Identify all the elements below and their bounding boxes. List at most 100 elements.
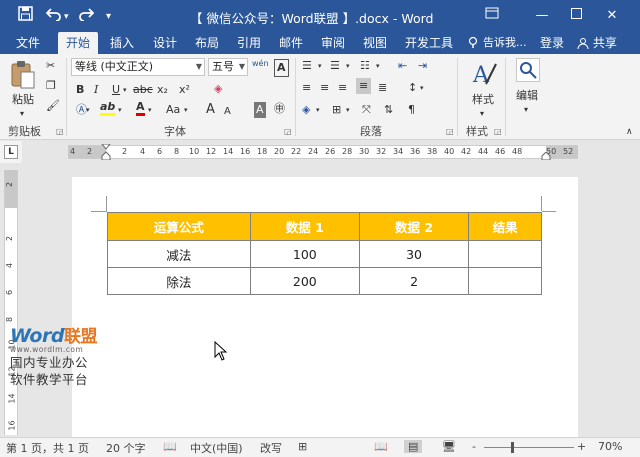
char-shading-icon[interactable]: A: [254, 102, 266, 118]
tab-design[interactable]: 设计: [153, 32, 177, 54]
font-color-icon[interactable]: A: [136, 100, 145, 116]
align-left-icon[interactable]: ≡: [302, 80, 311, 96]
clear-formatting-icon[interactable]: ◈: [214, 81, 222, 97]
tab-home[interactable]: 开始: [58, 32, 99, 54]
vertical-ruler[interactable]: 2 2 4 6 8 10 12 14 16: [4, 170, 18, 435]
distributed-icon[interactable]: ≣: [378, 80, 387, 96]
change-case-dropdown-icon[interactable]: ▾: [184, 102, 188, 118]
table-cell[interactable]: [468, 240, 542, 268]
table-cell[interactable]: [468, 267, 542, 295]
redo-icon[interactable]: [78, 6, 95, 26]
word-count[interactable]: 20 个字: [106, 440, 146, 456]
format-painter-icon[interactable]: 🖌: [46, 98, 60, 114]
bullets-icon[interactable]: ☰: [302, 58, 312, 74]
zoom-in-button[interactable]: +: [577, 440, 586, 453]
table-header-cell[interactable]: 结果: [468, 212, 542, 241]
tab-review[interactable]: 审阅: [321, 32, 345, 54]
page-count[interactable]: 第 1 页，共 1 页: [6, 440, 89, 456]
tab-mailings[interactable]: 邮件: [279, 32, 303, 54]
tab-layout[interactable]: 布局: [195, 32, 219, 54]
strikethrough-button[interactable]: abc: [133, 82, 153, 98]
undo-dropdown-icon[interactable]: ▾: [64, 7, 69, 27]
print-layout-icon[interactable]: ▤: [404, 440, 423, 453]
numbering-icon[interactable]: ☰: [330, 58, 340, 74]
multilevel-dropdown-icon[interactable]: ▾: [376, 58, 380, 74]
zoom-out-button[interactable]: -: [472, 440, 476, 453]
show-marks-icon[interactable]: ¶: [408, 102, 415, 118]
proofing-icon[interactable]: 📖: [163, 440, 177, 453]
macro-record-icon[interactable]: ⊞: [298, 440, 307, 453]
table-cell[interactable]: 减法: [107, 240, 251, 268]
bullets-dropdown-icon[interactable]: ▾: [318, 58, 322, 74]
ribbon-display-options-icon[interactable]: [480, 4, 504, 28]
collapse-ribbon-icon[interactable]: ∧: [626, 124, 633, 140]
styles-launcher-icon[interactable]: ◲: [494, 127, 502, 136]
overtype-indicator[interactable]: 改写: [260, 440, 282, 456]
web-layout-icon[interactable]: 🖥: [442, 440, 456, 453]
clipboard-launcher-icon[interactable]: ◲: [56, 127, 64, 136]
zoom-slider-thumb[interactable]: [511, 442, 514, 453]
share-button[interactable]: 共享: [577, 32, 617, 54]
bold-button[interactable]: B: [76, 82, 84, 98]
editing-dropdown-icon[interactable]: ▾: [524, 102, 528, 118]
font-size-combo[interactable]: 五号 ▼: [208, 58, 248, 76]
align-center-icon[interactable]: ≡: [320, 80, 329, 96]
multilevel-list-icon[interactable]: ☷: [360, 58, 370, 74]
table-cell[interactable]: 200: [249, 267, 360, 295]
numbering-dropdown-icon[interactable]: ▾: [346, 58, 350, 74]
horizontal-ruler[interactable]: 4 2 2 4 6 8 10 12 14 16 18 20 22 24 26 2…: [68, 144, 578, 160]
font-name-combo[interactable]: 等线 (中文正文) ▼: [71, 58, 205, 76]
maximize-icon[interactable]: [564, 4, 588, 28]
tab-references[interactable]: 引用: [237, 32, 261, 54]
table-cell[interactable]: 100: [249, 240, 360, 268]
tab-view[interactable]: 视图: [363, 32, 387, 54]
copy-icon[interactable]: ❐: [46, 78, 56, 94]
table-cell[interactable]: 2: [358, 267, 470, 295]
close-icon[interactable]: ✕: [600, 4, 624, 28]
italic-button[interactable]: I: [94, 82, 98, 98]
justify-icon[interactable]: ≡: [356, 78, 372, 94]
table-header-cell[interactable]: 数据 1: [249, 212, 360, 241]
styles-dropdown-icon[interactable]: ▾: [480, 106, 484, 122]
tab-developer[interactable]: 开发工具: [405, 32, 453, 54]
underline-dropdown-icon[interactable]: ▾: [123, 82, 127, 98]
highlight-dropdown-icon[interactable]: ▾: [118, 102, 122, 118]
text-effects-dropdown-icon[interactable]: ▾: [86, 102, 90, 118]
subscript-button[interactable]: x₂: [157, 82, 168, 98]
language-indicator[interactable]: 中文(中国): [190, 440, 243, 456]
styles-icon[interactable]: A: [472, 60, 498, 93]
minimize-icon[interactable]: —: [530, 4, 554, 28]
save-icon[interactable]: [18, 6, 33, 26]
table-header-cell[interactable]: 运算公式: [107, 212, 251, 241]
paragraph-launcher-icon[interactable]: ◲: [446, 127, 454, 136]
char-border-icon[interactable]: A: [274, 59, 289, 77]
zoom-slider[interactable]: [484, 447, 574, 448]
cut-icon[interactable]: ✂: [46, 58, 55, 74]
indent-marker-icon[interactable]: [101, 144, 111, 160]
enclose-chars-icon[interactable]: ㊥: [274, 101, 285, 117]
highlight-icon[interactable]: ab: [100, 100, 116, 116]
underline-button[interactable]: U: [112, 82, 120, 98]
login-link[interactable]: 登录: [540, 32, 564, 54]
undo-icon[interactable]: [45, 6, 62, 26]
table-header-cell[interactable]: 数据 2: [358, 212, 470, 241]
tab-file[interactable]: 文件: [16, 32, 40, 54]
customize-qat-icon[interactable]: ▾: [106, 7, 111, 27]
font-color-dropdown-icon[interactable]: ▾: [148, 102, 152, 118]
search-icon[interactable]: [516, 58, 540, 82]
increase-indent-icon[interactable]: ⇥: [418, 58, 427, 74]
tell-me-input[interactable]: 告诉我...: [483, 32, 527, 54]
line-spacing-icon[interactable]: ↕: [408, 80, 417, 96]
tell-me-icon[interactable]: [468, 32, 478, 54]
borders-icon[interactable]: ⊞: [332, 102, 341, 118]
align-right-icon[interactable]: ≡: [338, 80, 347, 96]
paste-icon[interactable]: [10, 60, 36, 93]
table-cell[interactable]: 除法: [107, 267, 251, 295]
superscript-button[interactable]: x²: [179, 82, 190, 98]
phonetic-guide-icon[interactable]: wén: [252, 56, 269, 72]
font-launcher-icon[interactable]: ◲: [284, 127, 292, 136]
zoom-level[interactable]: 70%: [598, 440, 622, 453]
paste-dropdown-icon[interactable]: ▾: [20, 106, 24, 122]
table-cell[interactable]: 30: [358, 240, 470, 268]
line-spacing-dropdown-icon[interactable]: ▾: [420, 80, 424, 96]
